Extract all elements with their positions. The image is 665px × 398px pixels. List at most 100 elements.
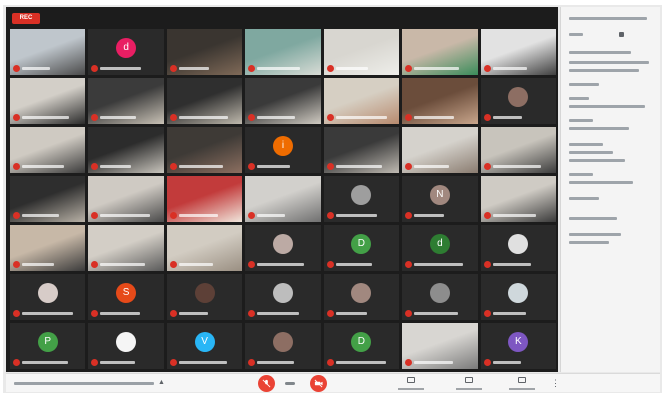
call-end-icon[interactable] bbox=[285, 382, 295, 385]
mic-muted-icon bbox=[326, 114, 334, 121]
captions-label bbox=[398, 388, 424, 390]
participant-tile[interactable]: K bbox=[480, 323, 556, 369]
participant-tile[interactable]: S bbox=[88, 274, 164, 320]
participant-tile[interactable] bbox=[245, 29, 321, 75]
participant-tile[interactable] bbox=[245, 78, 321, 124]
participant-tile[interactable] bbox=[10, 274, 86, 320]
participant-tile[interactable] bbox=[10, 29, 86, 75]
captions-button[interactable] bbox=[398, 377, 424, 390]
participant-tile[interactable] bbox=[402, 78, 478, 124]
panel-header-text bbox=[569, 17, 647, 20]
participant-tile[interactable]: i bbox=[245, 127, 321, 173]
participant-tile[interactable] bbox=[10, 78, 86, 124]
participant-avatar: d bbox=[116, 38, 137, 59]
chevron-up-icon[interactable]: ▲ bbox=[158, 379, 166, 387]
participant-tile[interactable] bbox=[402, 127, 478, 173]
participant-tile[interactable] bbox=[480, 274, 556, 320]
participant-name bbox=[414, 261, 473, 269]
participant-tile[interactable] bbox=[323, 78, 400, 124]
participant-tile[interactable] bbox=[88, 225, 164, 271]
participant-name bbox=[492, 359, 552, 367]
participant-name bbox=[257, 114, 316, 122]
participant-tile[interactable] bbox=[323, 29, 400, 75]
participant-name bbox=[22, 114, 81, 122]
participant-name bbox=[335, 163, 395, 171]
participant-tile[interactable]: P bbox=[10, 323, 86, 369]
present-button[interactable] bbox=[456, 377, 482, 390]
present-icon bbox=[465, 377, 473, 383]
participant-tile[interactable]: d bbox=[402, 225, 478, 271]
mic-muted-icon bbox=[483, 261, 491, 268]
mic-muted-icon bbox=[483, 65, 491, 72]
more-vert-icon[interactable]: ⋮ bbox=[551, 377, 560, 389]
participant-avatar bbox=[272, 234, 293, 255]
participant-avatar: S bbox=[116, 283, 137, 304]
meeting-details-link[interactable] bbox=[14, 382, 154, 385]
participant-tile[interactable] bbox=[166, 29, 243, 75]
mic-muted-icon bbox=[13, 212, 20, 219]
participant-avatar bbox=[351, 185, 372, 206]
participant-name bbox=[335, 65, 395, 73]
chat-text bbox=[569, 51, 631, 54]
participant-tile[interactable] bbox=[88, 127, 164, 173]
participant-tile[interactable]: V bbox=[166, 323, 243, 369]
participant-name bbox=[492, 310, 552, 318]
camera-toggle-button[interactable] bbox=[310, 375, 327, 392]
participant-tile[interactable]: D bbox=[323, 225, 400, 271]
side-panel bbox=[560, 7, 660, 372]
participant-tile[interactable] bbox=[166, 127, 243, 173]
recording-button[interactable] bbox=[509, 377, 535, 390]
camera-off-icon bbox=[314, 379, 323, 388]
participant-tile[interactable] bbox=[402, 29, 478, 75]
participant-tile[interactable] bbox=[402, 323, 478, 369]
participant-tile[interactable] bbox=[88, 323, 164, 369]
participant-name bbox=[414, 163, 473, 171]
participant-avatar: d bbox=[429, 234, 450, 255]
participant-tile[interactable] bbox=[166, 78, 243, 124]
participant-tile[interactable] bbox=[480, 78, 556, 124]
participant-tile[interactable] bbox=[323, 274, 400, 320]
mic-muted-icon bbox=[169, 212, 177, 219]
panel-tab-people[interactable] bbox=[569, 33, 583, 36]
participant-tile[interactable] bbox=[166, 176, 243, 222]
participant-name bbox=[335, 261, 395, 269]
participant-name bbox=[22, 310, 81, 318]
mic-muted-icon bbox=[483, 212, 491, 219]
chat-text bbox=[569, 151, 613, 154]
participant-avatar: D bbox=[351, 234, 372, 255]
participant-tile[interactable] bbox=[166, 274, 243, 320]
participant-tile[interactable] bbox=[245, 274, 321, 320]
participant-tile[interactable]: d bbox=[88, 29, 164, 75]
participant-tile[interactable] bbox=[480, 225, 556, 271]
participant-tile[interactable] bbox=[10, 176, 86, 222]
participant-name bbox=[257, 212, 316, 220]
participant-name bbox=[257, 359, 316, 367]
participant-tile[interactable]: D bbox=[323, 323, 400, 369]
participant-tile[interactable]: N bbox=[402, 176, 478, 222]
mic-muted-icon bbox=[91, 310, 99, 317]
participant-avatar bbox=[351, 283, 372, 304]
participant-tile[interactable] bbox=[88, 176, 164, 222]
participant-tile[interactable] bbox=[10, 225, 86, 271]
mic-toggle-button[interactable] bbox=[258, 375, 275, 392]
participant-tile[interactable] bbox=[245, 323, 321, 369]
chat-icon[interactable] bbox=[619, 32, 624, 37]
participant-tile[interactable] bbox=[245, 176, 321, 222]
participant-tile[interactable] bbox=[480, 176, 556, 222]
chat-text bbox=[569, 97, 589, 100]
participant-tile[interactable] bbox=[88, 78, 164, 124]
participant-tile[interactable] bbox=[323, 176, 400, 222]
participant-tile[interactable] bbox=[323, 127, 400, 173]
mic-muted-icon bbox=[326, 212, 334, 219]
recording-badge: REC bbox=[12, 13, 40, 24]
participant-tile[interactable] bbox=[480, 127, 556, 173]
participant-avatar bbox=[116, 332, 137, 353]
participant-tile[interactable] bbox=[10, 127, 86, 173]
participant-tile[interactable] bbox=[480, 29, 556, 75]
participant-tile[interactable] bbox=[245, 225, 321, 271]
participant-name bbox=[178, 65, 238, 73]
participant-name bbox=[257, 310, 316, 318]
mic-muted-icon bbox=[248, 310, 256, 317]
participant-tile[interactable] bbox=[166, 225, 243, 271]
participant-tile[interactable] bbox=[402, 274, 478, 320]
